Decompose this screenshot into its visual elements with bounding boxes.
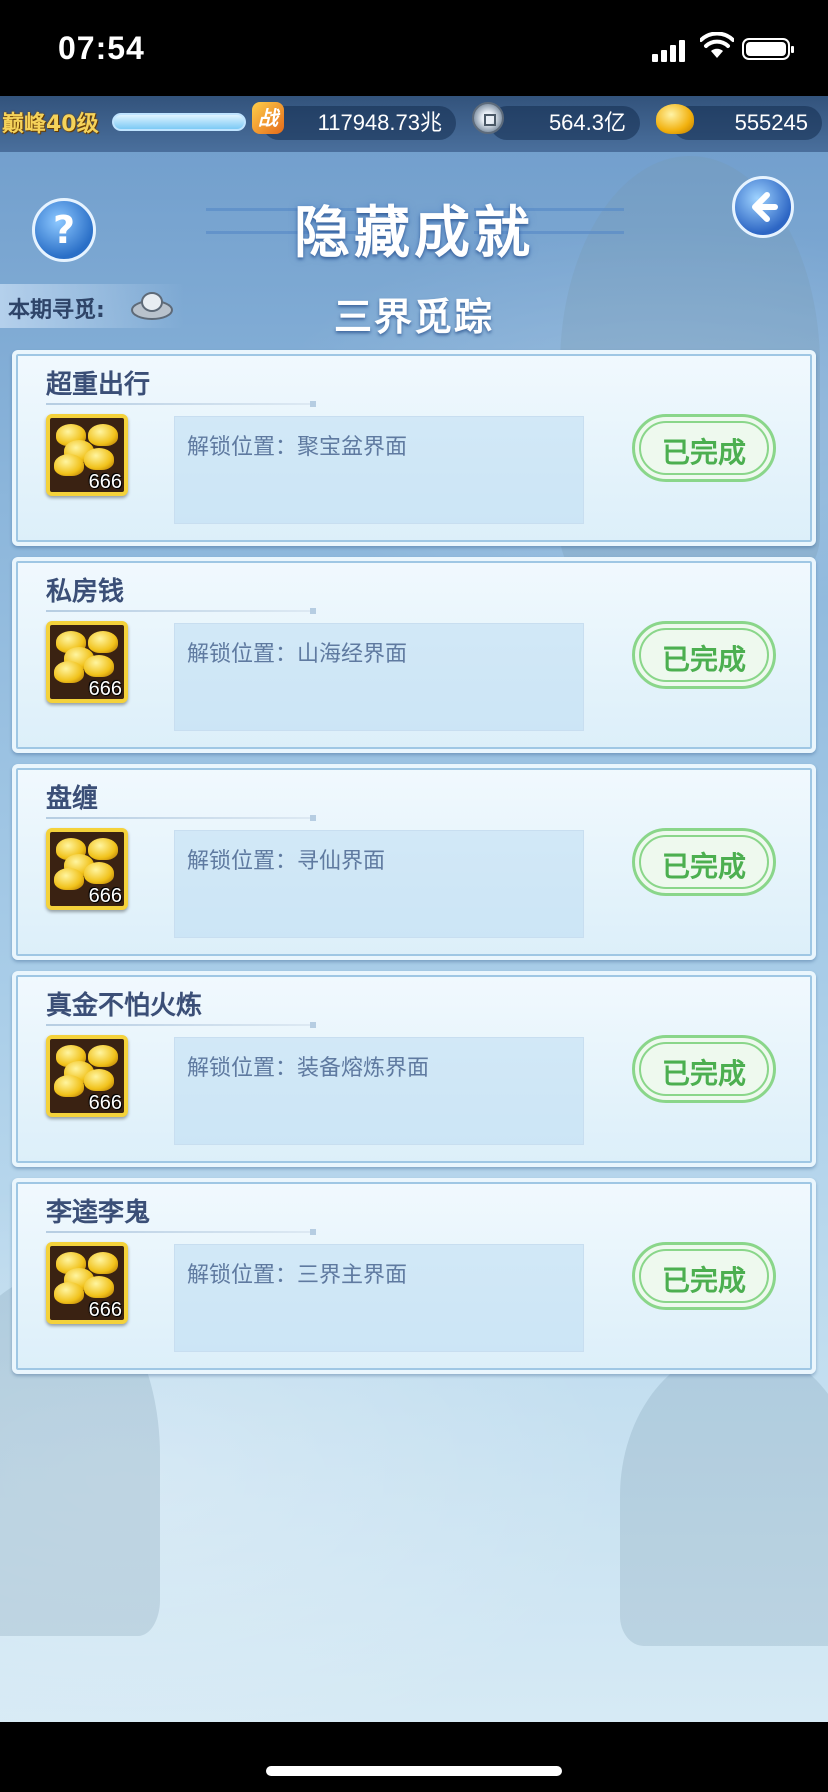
divider (46, 1022, 316, 1028)
unlock-location-text: 解锁位置：三界主界面 (187, 1263, 408, 1288)
clock: 07:54 (58, 30, 145, 66)
unlock-location-box: 解锁位置：装备熔炼界面 (174, 1037, 584, 1145)
divider (46, 608, 316, 614)
battle-power-icon: 战 (252, 102, 284, 134)
achievement-card: 真金不怕火炼 666 解锁位置：装备熔炼界面 已完成 (12, 971, 816, 1167)
divider (46, 1229, 316, 1235)
bottom-safe-area (0, 1722, 828, 1792)
completed-button[interactable]: 已完成 (632, 621, 776, 689)
unlock-location-text: 解锁位置：寻仙界面 (187, 849, 386, 874)
unlock-location-box: 解锁位置：聚宝盆界面 (174, 416, 584, 524)
divider (46, 401, 316, 407)
silver-display: 564.3亿 (490, 106, 640, 140)
reward-count: 666 (88, 471, 122, 493)
reward-item[interactable]: 666 (46, 414, 128, 496)
completed-label: 已完成 (661, 436, 746, 469)
completed-button[interactable]: 已完成 (632, 1242, 776, 1310)
completed-button[interactable]: 已完成 (632, 1035, 776, 1103)
reward-count: 666 (88, 885, 122, 907)
unlock-location-text: 解锁位置：聚宝盆界面 (187, 435, 408, 460)
silver-coin-icon (472, 102, 504, 134)
battery-icon (742, 38, 794, 60)
completed-label: 已完成 (661, 1264, 746, 1297)
unlock-location-text: 解锁位置：山海经界面 (187, 642, 408, 667)
reward-item[interactable]: 666 (46, 1242, 128, 1324)
experience-bar (112, 113, 246, 131)
power-display: 117948.73兆 (262, 106, 456, 140)
peak-level-label: 巅峰40级 (2, 112, 99, 137)
divider (46, 815, 316, 821)
unlock-location-text: 解锁位置：装备熔炼界面 (187, 1056, 430, 1081)
achievement-name: 李逵李鬼 (46, 1198, 151, 1228)
completed-button[interactable]: 已完成 (632, 828, 776, 896)
resource-bar: 巅峰40级 117948.73兆 战 564.3亿 555245 (0, 96, 828, 152)
reward-count: 666 (88, 1299, 122, 1321)
status-bar: 07:54 (0, 0, 828, 96)
completed-label: 已完成 (661, 850, 746, 883)
unlock-location-box: 解锁位置：寻仙界面 (174, 830, 584, 938)
achievement-card: 私房钱 666 解锁位置：山海经界面 已完成 (12, 557, 816, 753)
achievement-card: 李逵李鬼 666 解锁位置：三界主界面 已完成 (12, 1178, 816, 1374)
achievement-name: 私房钱 (46, 577, 125, 607)
achievement-name: 真金不怕火炼 (46, 991, 203, 1021)
cellular-signal-icon (652, 38, 688, 62)
unlock-location-box: 解锁位置：三界主界面 (174, 1244, 584, 1352)
achievement-list: 超重出行 666 解锁位置：聚宝盆界面 已完成 私房钱 666 解锁位置：山海经… (12, 350, 816, 1385)
gold-ingot-icon (656, 104, 694, 134)
gold-value: 555245 (734, 110, 808, 135)
completed-button[interactable]: 已完成 (632, 414, 776, 482)
reward-count: 666 (88, 678, 122, 700)
achievement-name: 盘缠 (46, 784, 99, 814)
unlock-location-box: 解锁位置：山海经界面 (174, 623, 584, 731)
reward-item[interactable]: 666 (46, 1035, 128, 1117)
game-screen: 巅峰40级 117948.73兆 战 564.3亿 555245 ? 隐藏成就 … (0, 96, 828, 1722)
silver-value: 564.3亿 (548, 110, 626, 135)
achievement-name: 超重出行 (46, 370, 151, 400)
reward-count: 666 (88, 1092, 122, 1114)
gold-display: 555245 (672, 106, 822, 140)
wifi-icon (700, 32, 734, 58)
page-title: 隐藏成就 (294, 201, 534, 266)
reward-item[interactable]: 666 (46, 828, 128, 910)
reward-item[interactable]: 666 (46, 621, 128, 703)
section-subtitle: 三界觅踪 (333, 295, 494, 339)
home-indicator[interactable] (266, 1766, 562, 1776)
power-value: 117948.73兆 (317, 110, 442, 135)
completed-label: 已完成 (661, 1057, 746, 1090)
completed-label: 已完成 (661, 643, 746, 676)
achievement-card: 超重出行 666 解锁位置：聚宝盆界面 已完成 (12, 350, 816, 546)
achievement-card: 盘缠 666 解锁位置：寻仙界面 已完成 (12, 764, 816, 960)
